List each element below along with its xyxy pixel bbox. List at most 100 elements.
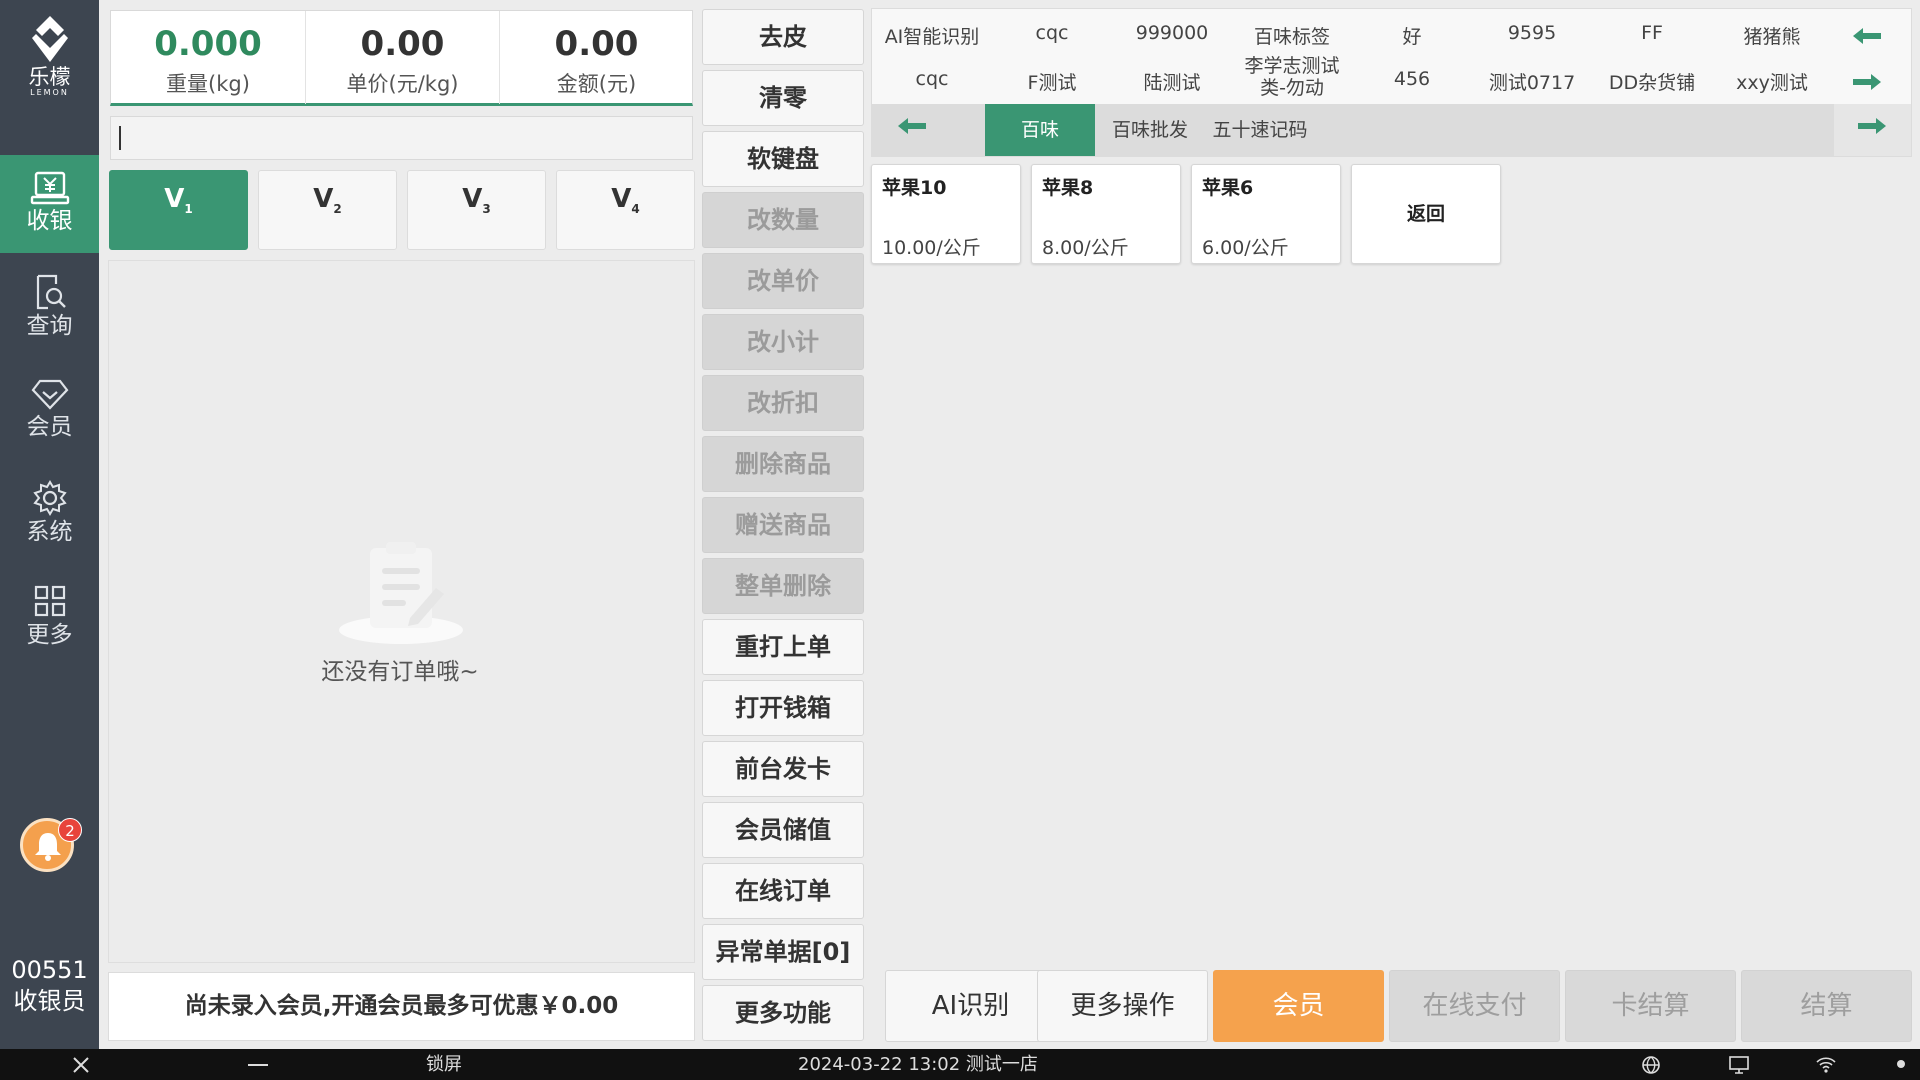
weight-cell: 0.000 重量(kg): [111, 11, 305, 104]
unit-price-value: 0.00: [360, 24, 445, 64]
sidebar-item-label: 查询: [26, 313, 73, 339]
barcode-input[interactable]: [110, 116, 693, 160]
weight-label: 重量(kg): [166, 72, 250, 96]
category-item[interactable]: 李学志测试类-勿动: [1232, 55, 1352, 99]
card-settle-button[interactable]: 卡结算: [1565, 970, 1736, 1042]
monitor-icon[interactable]: [1728, 1055, 1750, 1075]
delete-order-button[interactable]: 整单删除: [702, 558, 864, 614]
sidebar-item-label: 会员: [26, 414, 73, 440]
notification-badge: 2: [58, 818, 82, 842]
category-item[interactable]: F测试: [992, 68, 1112, 95]
exception-docs-button[interactable]: 异常单据[0]: [702, 924, 864, 980]
product-price: 8.00/公斤: [1042, 237, 1129, 259]
category-item[interactable]: cqc: [872, 68, 992, 90]
wifi-icon[interactable]: [1815, 1055, 1837, 1075]
category-item[interactable]: 陆测试: [1112, 68, 1232, 95]
sidebar-item-label: 系统: [26, 519, 73, 545]
minimize-icon[interactable]: [248, 1063, 268, 1067]
grid-icon: [34, 585, 65, 617]
sidebar: 乐檬 LEMON 收银 查询 会员 系统 更多 2 00551 收银员: [0, 0, 99, 1049]
category-item[interactable]: 百味标签: [1232, 22, 1352, 49]
category-item[interactable]: xxy测试: [1712, 68, 1832, 95]
ai-recognize-button[interactable]: AI识别: [885, 970, 1056, 1042]
sidebar-item-query[interactable]: 查询: [0, 258, 99, 356]
status-dot-icon: [1897, 1060, 1905, 1068]
category-item[interactable]: 好: [1352, 22, 1472, 49]
sidebar-item-system[interactable]: 系统: [0, 464, 99, 562]
member-button[interactable]: 会员: [1213, 970, 1384, 1042]
sidebar-item-label: 更多: [26, 622, 73, 648]
back-button[interactable]: 返回: [1351, 164, 1501, 264]
change-discount-button[interactable]: 改折扣: [702, 375, 864, 431]
sidebar-item-member[interactable]: 会员: [0, 361, 99, 459]
sidebar-item-label: 收银: [26, 208, 73, 234]
member-recharge-button[interactable]: 会员储值: [702, 802, 864, 858]
weight-value: 0.000: [154, 24, 262, 64]
online-orders-button[interactable]: 在线订单: [702, 863, 864, 919]
product-card[interactable]: 苹果10 10.00/公斤: [871, 164, 1021, 264]
subcategory-item[interactable]: 五十速记码: [1205, 104, 1315, 156]
cashier-id: 00551: [11, 956, 88, 984]
tab-v2[interactable]: V2: [258, 170, 397, 250]
subcategory-prev-arrow-icon[interactable]: [892, 115, 932, 145]
member-promo-banner[interactable]: 尚未录入会员,开通会员最多可优惠￥0.00: [108, 972, 695, 1041]
empty-order-text: 还没有订单哦~: [321, 659, 479, 685]
subcategory-bar: 百味 百味批发 五十速记码: [872, 104, 1911, 156]
open-cash-drawer-button[interactable]: 打开钱箱: [702, 680, 864, 736]
change-subtotal-button[interactable]: 改小计: [702, 314, 864, 370]
lock-screen-button[interactable]: 锁屏: [426, 1049, 462, 1080]
category-item[interactable]: cqc: [992, 22, 1112, 44]
tab-v4-label: V: [611, 184, 632, 214]
tare-button[interactable]: 去皮: [702, 9, 864, 65]
tab-v1-label: V: [164, 184, 185, 214]
tab-v4[interactable]: V4: [556, 170, 695, 250]
subcategory-item[interactable]: 百味批发: [1100, 104, 1200, 156]
delete-item-button[interactable]: 删除商品: [702, 436, 864, 492]
category-item[interactable]: AI智能识别: [872, 22, 992, 49]
sidebar-item-more[interactable]: 更多: [0, 567, 99, 665]
more-functions-button[interactable]: 更多功能: [702, 985, 864, 1041]
issue-card-button[interactable]: 前台发卡: [702, 741, 864, 797]
product-price: 10.00/公斤: [882, 237, 981, 259]
more-actions-button[interactable]: 更多操作: [1037, 970, 1208, 1042]
product-card[interactable]: 苹果8 8.00/公斤: [1031, 164, 1181, 264]
tab-v3[interactable]: V3: [407, 170, 546, 250]
sidebar-item-cashier[interactable]: 收银: [0, 155, 99, 253]
globe-icon[interactable]: [1641, 1055, 1661, 1075]
change-quantity-button[interactable]: 改数量: [702, 192, 864, 248]
category-item[interactable]: 测试0717: [1472, 68, 1592, 95]
category-item[interactable]: 猪猪熊: [1712, 22, 1832, 49]
category-item[interactable]: FF: [1592, 22, 1712, 44]
category-next-arrow-icon[interactable]: [1847, 71, 1887, 101]
online-pay-button[interactable]: 在线支付: [1389, 970, 1560, 1042]
cash-register-icon: [30, 171, 69, 205]
product-name: 苹果8: [1042, 177, 1094, 199]
subcategory-next-arrow-icon[interactable]: [1852, 115, 1892, 145]
change-price-button[interactable]: 改单价: [702, 253, 864, 309]
gift-item-button[interactable]: 赠送商品: [702, 497, 864, 553]
tab-v1[interactable]: V1: [109, 170, 248, 250]
amount-value: 0.00: [554, 24, 639, 64]
logo-text-cn: 乐檬: [28, 65, 71, 89]
amount-cell: 0.00 金额(元): [499, 11, 693, 104]
gear-icon: [32, 480, 67, 516]
tab-v2-sub: 2: [333, 202, 342, 217]
checkout-button[interactable]: 结算: [1741, 970, 1912, 1042]
cashier-role: 收银员: [13, 987, 86, 1015]
zero-button[interactable]: 清零: [702, 70, 864, 126]
product-name: 苹果6: [1202, 177, 1254, 199]
category-item[interactable]: DD杂货铺: [1592, 68, 1712, 95]
tab-v3-sub: 3: [482, 202, 491, 217]
tab-v3-label: V: [462, 184, 483, 214]
category-item[interactable]: 9595: [1472, 22, 1592, 44]
reprint-last-button[interactable]: 重打上单: [702, 619, 864, 675]
tab-v1-sub: 1: [184, 202, 193, 217]
category-item[interactable]: 456: [1352, 68, 1472, 90]
soft-keyboard-button[interactable]: 软键盘: [702, 131, 864, 187]
category-item[interactable]: 999000: [1112, 22, 1232, 44]
close-icon[interactable]: [72, 1056, 90, 1074]
category-prev-arrow-icon[interactable]: [1847, 25, 1887, 55]
product-price: 6.00/公斤: [1202, 237, 1289, 259]
subcategory-item[interactable]: 百味: [985, 104, 1095, 156]
product-card[interactable]: 苹果6 6.00/公斤: [1191, 164, 1341, 264]
